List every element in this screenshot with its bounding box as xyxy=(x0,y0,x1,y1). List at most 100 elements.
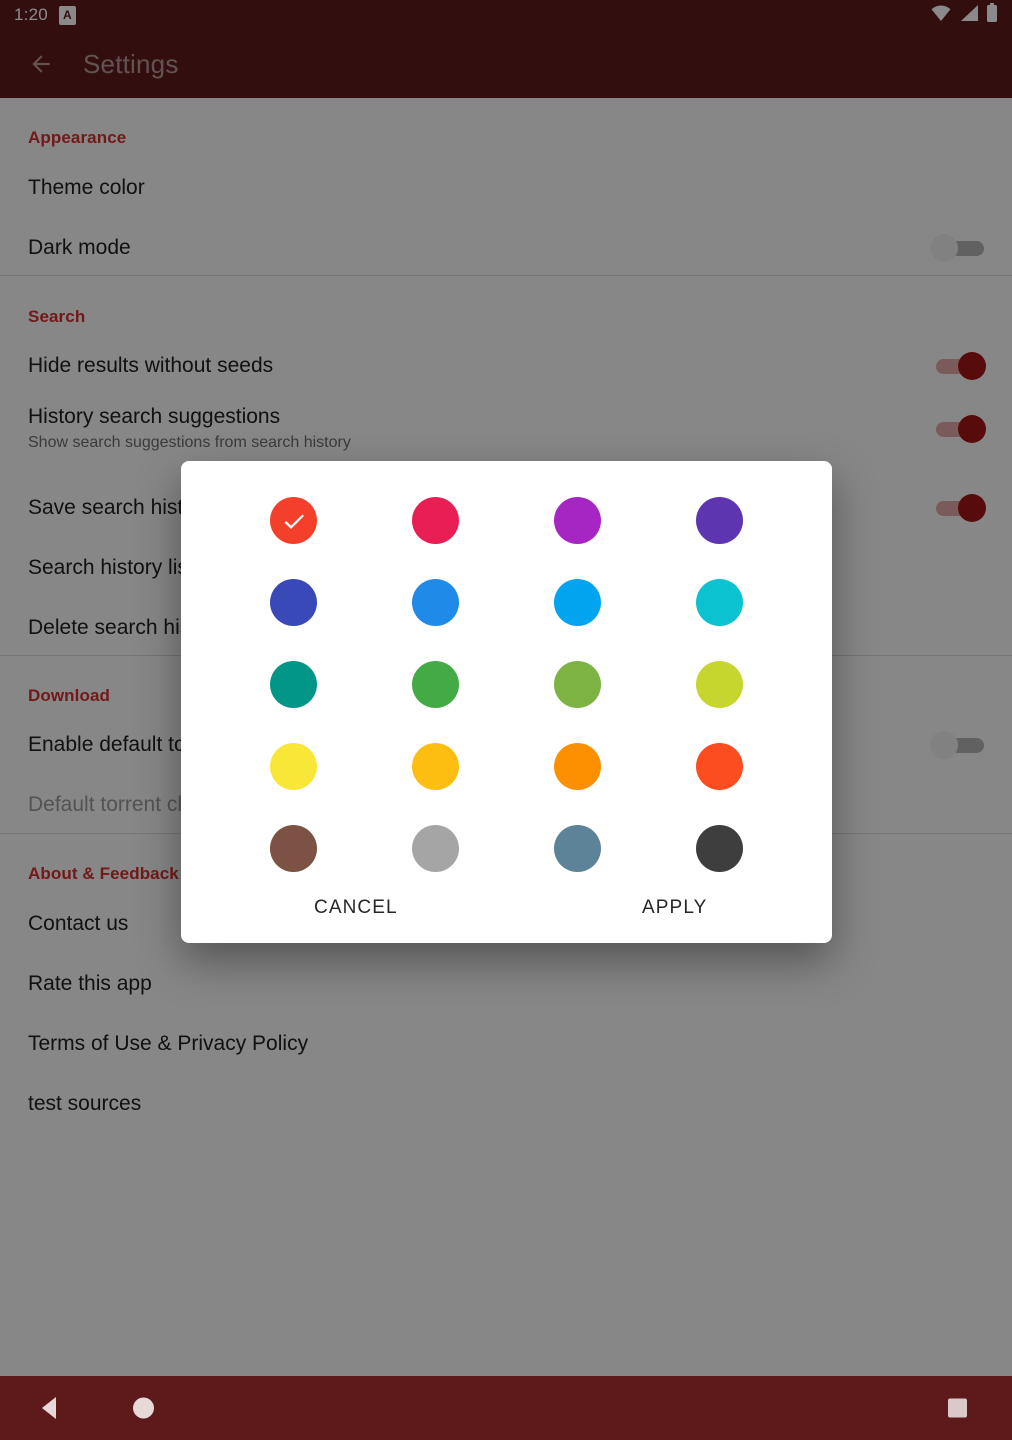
system-navigation-bar xyxy=(0,1376,1012,1440)
setting-row-test-sources[interactable]: test sources xyxy=(0,1074,1012,1134)
setting-title: Contact us xyxy=(28,912,129,935)
setting-title: Theme color xyxy=(28,176,145,199)
setting-row-rate-this-app[interactable]: Rate this app xyxy=(0,954,1012,1014)
color-swatch-1[interactable] xyxy=(412,497,460,544)
setting-title: Rate this app xyxy=(28,972,152,995)
color-swatch-cell xyxy=(507,497,649,544)
color-swatch-14[interactable] xyxy=(553,743,601,790)
color-swatch-3[interactable] xyxy=(695,497,743,544)
status-bar: 1:20 A xyxy=(0,0,1012,30)
section-header-download: Download xyxy=(28,686,111,705)
color-swatch-cell xyxy=(648,497,790,544)
section-header-search: Search xyxy=(28,307,86,326)
setting-row-dark-mode[interactable]: Dark mode xyxy=(0,218,1012,278)
color-swatch-cell xyxy=(223,743,365,790)
color-swatch-13[interactable] xyxy=(412,743,460,790)
color-swatch-11[interactable] xyxy=(695,661,743,708)
color-swatch-cell xyxy=(648,825,790,872)
setting-row-theme-color[interactable]: Theme color xyxy=(0,158,1012,218)
color-swatch-cell xyxy=(365,825,507,872)
row-text: Rate this app xyxy=(28,971,152,997)
row-text: Search history list xyxy=(28,555,194,581)
row-text: Hide results without seeds xyxy=(28,353,273,379)
switch-thumb xyxy=(930,731,958,759)
color-swatch-7[interactable] xyxy=(695,579,743,626)
setting-title: Dark mode xyxy=(28,236,131,259)
color-swatch-cell xyxy=(223,497,365,544)
color-swatch-cell xyxy=(223,825,365,872)
color-swatch-2[interactable] xyxy=(553,497,601,544)
color-swatch-10[interactable] xyxy=(553,661,601,708)
row-text: Dark mode xyxy=(28,235,131,261)
color-swatch-cell xyxy=(648,743,790,790)
theme-color-picker-dialog: CANCEL APPLY xyxy=(181,461,832,943)
section-divider xyxy=(0,275,1012,276)
setting-title: test sources xyxy=(28,1092,142,1115)
color-swatch-cell xyxy=(507,825,649,872)
switch-dark-mode[interactable] xyxy=(930,231,986,265)
status-time: 1:20 xyxy=(14,5,48,24)
cell-signal-icon xyxy=(959,4,979,27)
color-swatch-cell xyxy=(365,743,507,790)
color-swatch-12[interactable] xyxy=(270,743,318,790)
switch-hide-results-without-seeds[interactable] xyxy=(930,349,986,383)
app-bar: Settings xyxy=(0,30,1012,98)
color-swatch-cell xyxy=(365,497,507,544)
check-icon xyxy=(270,497,317,544)
setting-row-hide-results-without-seeds[interactable]: Hide results without seeds xyxy=(0,336,1012,396)
color-swatch-18[interactable] xyxy=(553,825,601,872)
color-swatch-cell xyxy=(648,661,790,708)
color-swatch-grid xyxy=(181,497,832,872)
setting-title: History search suggestions xyxy=(28,405,281,428)
row-text: Contact us xyxy=(28,911,128,937)
battery-icon xyxy=(986,2,998,28)
cancel-button[interactable]: CANCEL xyxy=(304,889,408,927)
row-text: test sources xyxy=(28,1091,141,1117)
setting-title: Search history list xyxy=(28,556,194,579)
switch-thumb xyxy=(958,415,986,443)
row-text: History search suggestions Show search s… xyxy=(28,404,351,454)
row-text: Terms of Use & Privacy Policy xyxy=(28,1031,308,1057)
switch-thumb xyxy=(958,352,986,380)
color-swatch-16[interactable] xyxy=(270,825,318,872)
switch-save-search-history[interactable] xyxy=(930,491,986,525)
color-swatch-cell xyxy=(223,661,365,708)
section-header-about-feedback: About & Feedback xyxy=(28,864,179,883)
color-swatch-cell xyxy=(648,579,790,626)
color-swatch-cell xyxy=(223,579,365,626)
nav-back-icon[interactable] xyxy=(42,1397,56,1419)
setting-title: Hide results without seeds xyxy=(28,354,274,377)
switch-thumb xyxy=(958,494,986,522)
dialog-actions: CANCEL APPLY xyxy=(181,871,832,943)
switch-thumb xyxy=(930,234,958,262)
wifi-icon xyxy=(930,4,952,27)
color-swatch-cell xyxy=(365,579,507,626)
setting-title: Terms of Use & Privacy Policy xyxy=(28,1032,309,1055)
apply-button[interactable]: APPLY xyxy=(632,889,717,927)
switch-history-search-suggestions[interactable] xyxy=(930,412,986,446)
color-swatch-19[interactable] xyxy=(695,825,743,872)
arrow-back-icon[interactable] xyxy=(28,51,54,77)
color-swatch-17[interactable] xyxy=(412,825,460,872)
page-title: Settings xyxy=(83,48,179,79)
nav-recents-icon[interactable] xyxy=(948,1398,967,1418)
color-swatch-9[interactable] xyxy=(412,661,460,708)
color-swatch-4[interactable] xyxy=(270,579,318,626)
color-swatch-cell xyxy=(507,661,649,708)
color-swatch-0[interactable] xyxy=(270,497,318,544)
setting-row-terms-privacy[interactable]: Terms of Use & Privacy Policy xyxy=(0,1014,1012,1074)
color-swatch-cell xyxy=(365,661,507,708)
color-swatch-cell xyxy=(507,743,649,790)
nav-home-icon[interactable] xyxy=(133,1397,154,1419)
setting-subtitle: Show search suggestions from search hist… xyxy=(28,434,351,451)
color-swatch-6[interactable] xyxy=(553,579,601,626)
color-swatch-8[interactable] xyxy=(270,661,318,708)
color-swatch-cell xyxy=(507,579,649,626)
status-icons xyxy=(930,2,998,28)
switch-enable-default-torrent-client[interactable] xyxy=(930,728,986,762)
notification-chip-icon: A xyxy=(58,5,76,25)
section-header-appearance: Appearance xyxy=(28,128,127,147)
setting-row-history-search-suggestions[interactable]: History search suggestions Show search s… xyxy=(0,396,1012,462)
color-swatch-5[interactable] xyxy=(412,579,460,626)
color-swatch-15[interactable] xyxy=(695,743,743,790)
